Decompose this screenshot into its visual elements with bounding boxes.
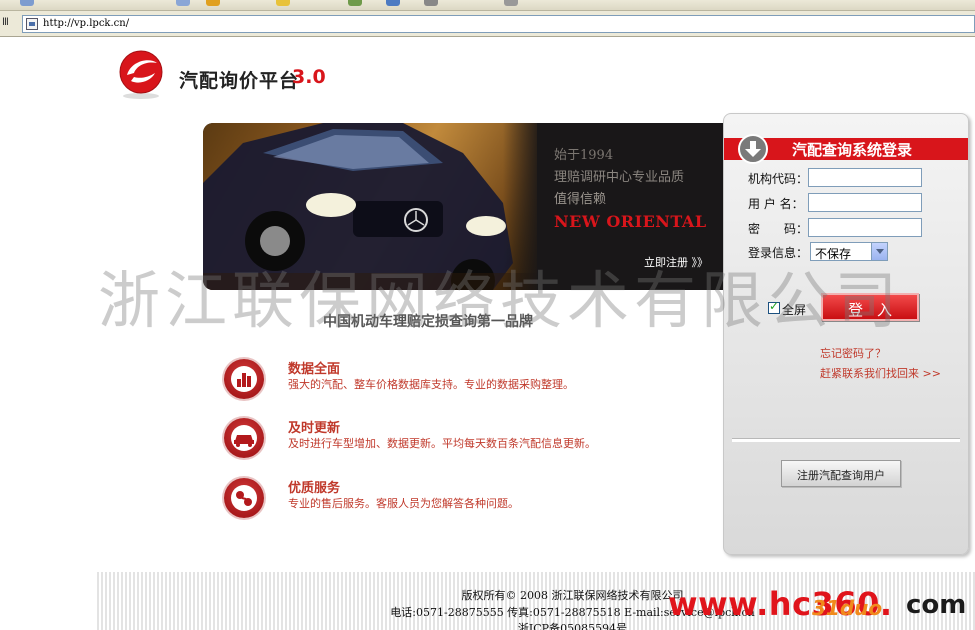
feature-update: 及时更新 及时进行车型增加、数据更新。平均每天数百条汽配信息更新。: [224, 418, 704, 462]
service-icon: [224, 478, 264, 518]
edit-icon[interactable]: [504, 0, 518, 6]
username-input[interactable]: [808, 193, 922, 212]
page-icon: [26, 18, 38, 30]
logo-version: 3.0: [292, 66, 326, 88]
bar-chart-icon: [224, 359, 264, 399]
register-user-button[interactable]: 注册汽配查询用户: [781, 460, 901, 487]
url-text: http://vp.lpck.cn/: [43, 18, 130, 29]
home-icon[interactable]: [206, 0, 220, 6]
password-input[interactable]: [808, 218, 922, 237]
banner-since: 始于1994: [554, 148, 614, 163]
feature-desc: 强大的汽配、整车价格数据库支持。专业的数据采购整理。: [288, 378, 574, 391]
history-icon[interactable]: [348, 0, 362, 6]
username-label: 用 户 名：: [748, 197, 804, 211]
feature-title: 优质服务: [288, 481, 341, 496]
back-icon[interactable]: [20, 0, 34, 6]
feature-data: 数据全面 强大的汽配、整车价格数据库支持。专业的数据采购整理。: [224, 359, 704, 403]
site-watermark-suffix: com: [906, 590, 967, 620]
banner-trust: 值得信赖: [554, 192, 607, 207]
feature-desc: 专业的售后服务。客服人员为您解答各种问题。: [288, 497, 519, 510]
print-icon[interactable]: [424, 0, 438, 6]
password-label: 密 码：: [748, 222, 809, 236]
forgot-password-link[interactable]: 忘记密码了？: [820, 345, 886, 361]
feature-service: 优质服务 专业的售后服务。客服人员为您解答各种问题。: [224, 478, 704, 522]
logo-name: 汽配询价平台: [179, 70, 300, 92]
company-watermark: 浙江联保网络技术有限公司: [98, 264, 903, 337]
down-arrow-icon: [738, 134, 768, 164]
feature-desc: 及时进行车型增加、数据更新。平均每天数百条汽配信息更新。: [288, 437, 596, 450]
mail-icon[interactable]: [386, 0, 400, 6]
favorites-icon[interactable]: [276, 0, 290, 6]
site-watermark-badge: 31duo: [812, 596, 883, 620]
logo-icon: [119, 50, 163, 99]
divider: [732, 438, 960, 442]
feature-title: 及时更新: [288, 421, 341, 436]
car-icon: [224, 418, 264, 458]
register-button-label: 注册汽配查询用户: [797, 469, 885, 482]
forward-icon[interactable]: [176, 0, 190, 6]
browser-toolbar: [0, 0, 975, 11]
banner-quality: 理赔调研中心专业品质: [554, 170, 685, 185]
banner-brand: NEW ORIENTAL: [554, 212, 707, 231]
org-code-input[interactable]: [808, 168, 922, 187]
org-code-label: 机构代码：: [748, 172, 809, 186]
page: Ⅲ http://vp.lpck.cn/ 汽配询价平台 3.0 始于1994 理…: [0, 0, 975, 630]
login-title: 汽配查询系统登录: [792, 141, 913, 159]
address-label: Ⅲ: [2, 17, 9, 28]
feature-title: 数据全面: [288, 362, 341, 377]
address-bar: Ⅲ http://vp.lpck.cn/: [0, 11, 975, 37]
url-input[interactable]: http://vp.lpck.cn/: [22, 15, 975, 33]
contact-recover-link[interactable]: 赶紧联系我们找回来 >>: [820, 365, 941, 381]
